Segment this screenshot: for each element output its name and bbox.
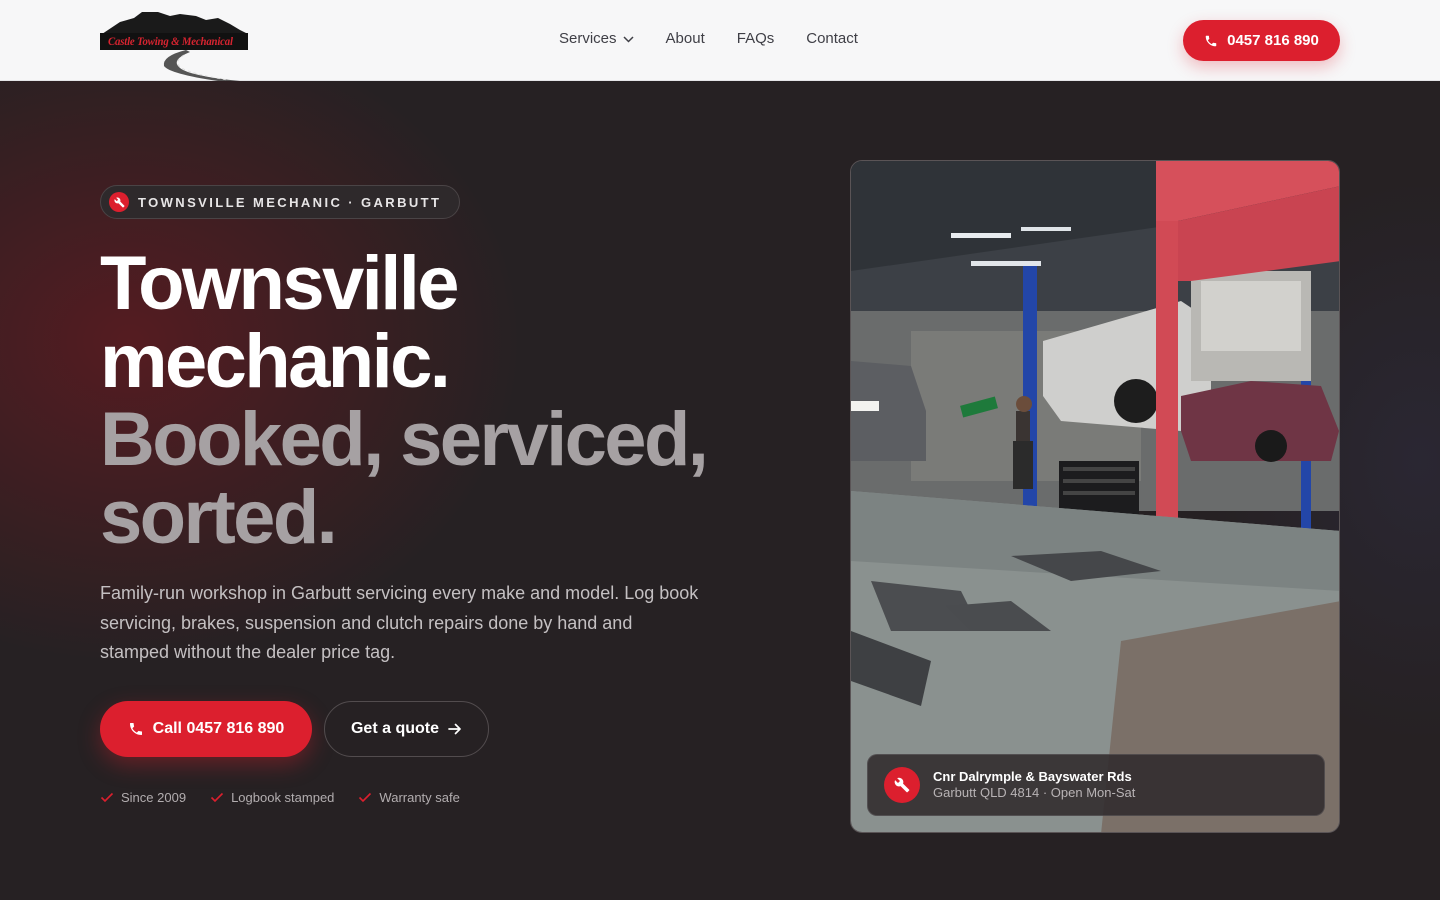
check-label: Since 2009 bbox=[121, 790, 187, 805]
arrow-right-icon bbox=[448, 723, 461, 735]
trust-checks: Since 2009 Logbook stamped Warranty safe bbox=[100, 790, 484, 805]
check-item: Warranty safe bbox=[358, 790, 460, 805]
location-card: Cnr Dalrymple & Bayswater Rds Garbutt QL… bbox=[867, 754, 1325, 816]
check-label: Warranty safe bbox=[379, 790, 460, 805]
nav-item-label: Services bbox=[559, 30, 617, 47]
headline-line-2: mechanic. bbox=[100, 319, 451, 404]
location-badge: TOWNSVILLE MECHANIC · GARBUTT bbox=[100, 185, 461, 219]
wrench-icon bbox=[884, 767, 920, 803]
check-item: Logbook stamped bbox=[210, 790, 334, 805]
wrench-icon bbox=[109, 192, 129, 212]
check-icon bbox=[100, 792, 114, 803]
headline-line-4: sorted. bbox=[100, 475, 338, 560]
phone-icon bbox=[129, 723, 142, 735]
site-header: Castle Towing & Mechanical Services Abou… bbox=[0, 0, 1440, 81]
workshop-image bbox=[851, 161, 1339, 832]
get-quote-label: Get a quote bbox=[350, 720, 439, 737]
header-phone-button[interactable]: 0457 816 890 bbox=[1183, 20, 1340, 61]
main-nav: Services About FAQs Contact bbox=[559, 30, 858, 47]
header-phone-label: 0457 816 890 bbox=[1227, 32, 1319, 49]
logo[interactable]: Castle Towing & Mechanical bbox=[100, 8, 250, 81]
location-subtitle: Garbutt QLD 4814 · Open Mon-Sat bbox=[933, 785, 1136, 800]
check-item: Since 2009 bbox=[100, 790, 186, 805]
headline-line-1: Townsville bbox=[100, 241, 460, 326]
nav-item-services[interactable]: Services bbox=[559, 30, 634, 47]
hero-description: Family-run workshop in Garbutt servicing… bbox=[100, 583, 699, 662]
chevron-down-icon bbox=[623, 36, 634, 43]
nav-item-about[interactable]: About bbox=[666, 30, 705, 47]
headline-line-3: Booked, serviced, bbox=[100, 397, 709, 482]
location-title: Cnr Dalrymple & Bayswater Rds bbox=[933, 769, 1132, 784]
check-icon bbox=[210, 792, 224, 803]
get-quote-button[interactable]: Get a quote bbox=[324, 701, 489, 757]
check-label: Logbook stamped bbox=[231, 790, 335, 805]
nav-item-faqs[interactable]: FAQs bbox=[737, 30, 775, 47]
check-icon bbox=[359, 792, 372, 803]
nav-item-contact[interactable]: Contact bbox=[806, 30, 858, 47]
location-text: Cnr Dalrymple & Bayswater Rds Garbutt QL… bbox=[933, 769, 1135, 801]
hero-headline: Townsville mechanic. Booked, serviced, s… bbox=[100, 241, 709, 560]
workshop-photo: Cnr Dalrymple & Bayswater Rds Garbutt QL… bbox=[850, 160, 1340, 833]
hero-section: TOWNSVILLE MECHANIC · GARBUTT Townsville… bbox=[0, 81, 1440, 900]
call-button[interactable]: Call 0457 816 890 bbox=[100, 701, 312, 757]
call-button-label: Call 0457 816 890 bbox=[152, 720, 285, 737]
logo-text: Castle Towing & Mechanical bbox=[108, 34, 233, 48]
badge-text: TOWNSVILLE MECHANIC · GARBUTT bbox=[138, 194, 442, 210]
phone-icon bbox=[1205, 35, 1217, 46]
